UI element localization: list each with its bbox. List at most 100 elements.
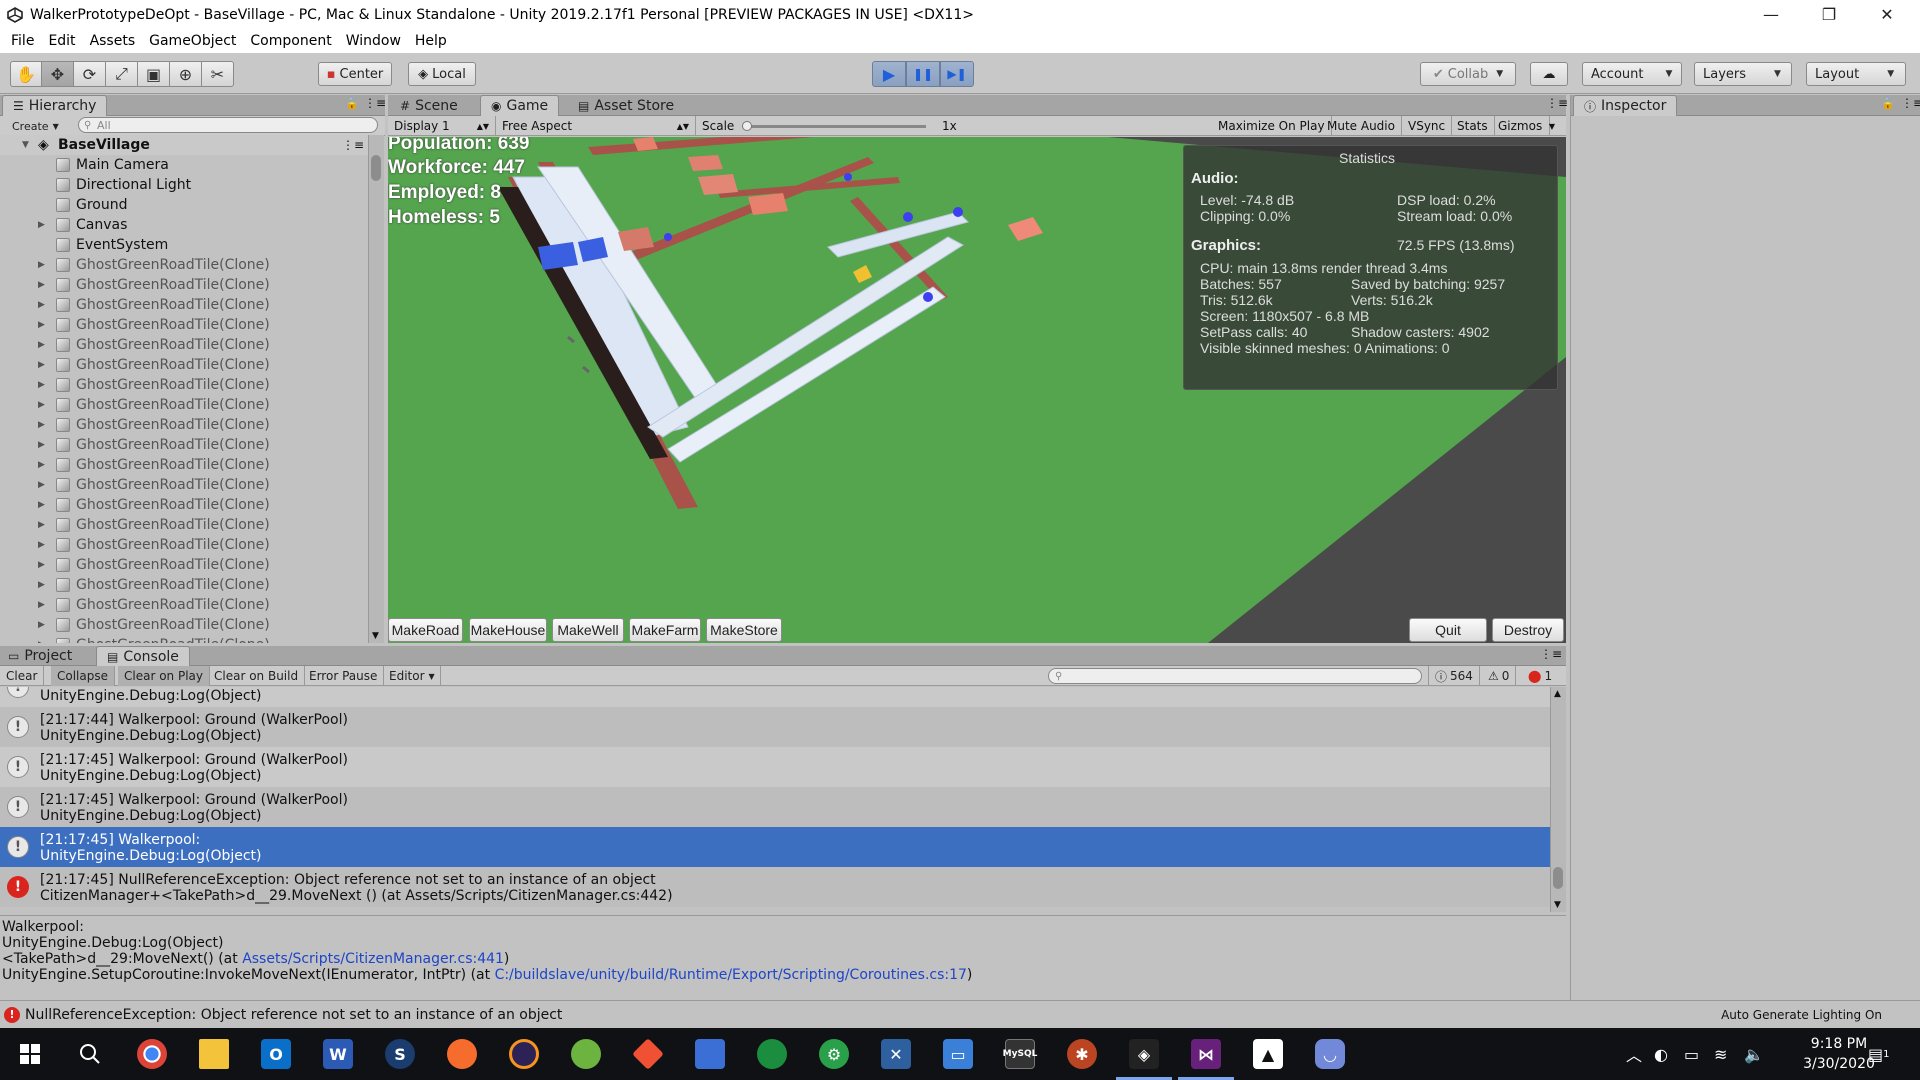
stats-toggle[interactable]: Stats [1451,116,1495,136]
outlook-icon[interactable]: O [258,1036,294,1072]
minimize-button[interactable]: — [1742,0,1800,29]
hierarchy-item[interactable]: ▶ GhostGreenRoadTile(Clone) [0,635,368,643]
unity-icon[interactable]: ◈ [1126,1036,1162,1072]
expand-arrow-icon[interactable]: ▶ [38,560,50,570]
expand-arrow-icon[interactable]: ▶ [38,220,50,230]
menu-component[interactable]: Component [243,33,338,49]
remote-desktop-icon[interactable] [692,1036,728,1072]
expand-arrow-icon[interactable]: ▶ [38,360,50,370]
photos-icon[interactable]: ▲ [1250,1036,1286,1072]
panel-menu-icon[interactable]: ⋮≡ [1546,96,1568,110]
expand-arrow-icon[interactable]: ▶ [38,400,50,410]
expand-arrow-icon[interactable]: ▶ [38,600,50,610]
scale-handle[interactable] [742,121,752,131]
hierarchy-item[interactable]: ▶ GhostGreenRoadTile(Clone) [0,455,368,475]
hierarchy-item[interactable]: ▶ GhostGreenRoadTile(Clone) [0,355,368,375]
hierarchy-item[interactable]: ▶ GhostGreenRoadTile(Clone) [0,615,368,635]
expand-arrow-icon[interactable]: ▶ [38,440,50,450]
hierarchy-item[interactable]: ▶ GhostGreenRoadTile(Clone) [0,395,368,415]
scene-menu-icon[interactable]: ⋮≡ [342,138,364,152]
pause-button[interactable]: ❚❚ [906,61,940,87]
cloud-button[interactable]: ☁ [1530,62,1568,86]
hierarchy-item[interactable]: ▶ GhostGreenRoadTile(Clone) [0,575,368,595]
expand-arrow-icon[interactable]: ▶ [38,320,50,330]
account-dropdown[interactable]: Account ▼ [1582,62,1682,86]
menu-assets[interactable]: Assets [83,33,143,49]
expand-arrow-icon[interactable]: ▶ [38,500,50,510]
make-road-button[interactable]: MakeRoad [388,618,463,642]
step-button[interactable]: ▶❚ [940,61,974,87]
chrome-icon[interactable] [134,1036,170,1072]
error-pause-toggle[interactable]: Error Pause [303,666,385,686]
tab-console[interactable]: ▤ Console [96,646,190,666]
scale-slider[interactable]: Scale 1x [696,116,1110,136]
expand-arrow-icon[interactable]: ▶ [38,260,50,270]
vsync-toggle[interactable]: VSync [1402,116,1453,136]
restore-button[interactable]: ❐ [1800,0,1858,29]
wifi-icon[interactable]: ≋ [1714,1028,1727,1080]
clear-on-build-toggle[interactable]: Clear on Build [208,666,306,686]
display-dropdown[interactable]: Display 1 ▲▼ [388,116,496,136]
expand-arrow-icon[interactable]: ▶ [38,280,50,290]
panel-menu-icon[interactable]: ⋮≡ [364,96,386,110]
destroy-button[interactable]: Destroy [1492,618,1564,642]
rect-tool-icon[interactable]: ▣ [138,61,170,87]
clear-button[interactable]: Clear [0,666,45,686]
expand-arrow-icon[interactable]: ▶ [38,460,50,470]
menu-window[interactable]: Window [339,33,408,49]
tab-project[interactable]: ▭ Project [8,646,72,666]
discord-tray-icon[interactable]: ◐ [1654,1028,1668,1080]
hierarchy-item[interactable]: ▶ GhostGreenRoadTile(Clone) [0,275,368,295]
mysql-icon[interactable]: MySQL [1002,1036,1038,1072]
tab-hierarchy[interactable]: ☰ Hierarchy [2,95,108,116]
hierarchy-item[interactable]: ▶ GhostGreenRoadTile(Clone) [0,415,368,435]
make-store-button[interactable]: MakeStore [706,618,782,642]
make-house-button[interactable]: MakeHouse [469,618,547,642]
tray-overflow-icon[interactable]: ︿ [1626,1028,1642,1080]
maximize-on-play-toggle[interactable]: Maximize On Play [1212,116,1332,136]
game-viewport[interactable]: Population: 639 Workforce: 447 Employed:… [388,137,1566,643]
console-scrollbar[interactable]: ▲ ▼ [1550,687,1566,912]
hierarchy-item[interactable]: Directional Light [0,175,368,195]
log-entry[interactable]: ! [21:17:45] Walkerpool: Ground (WalkerPo… [0,747,1550,787]
hierarchy-item[interactable]: ▶ GhostGreenRoadTile(Clone) [0,515,368,535]
warning-count-toggle[interactable]: ⚠ 0 [1482,666,1517,686]
log-entry[interactable]: ! [21:17:45] NullReferenceException: Obje… [0,867,1550,907]
expand-arrow-icon[interactable]: ▶ [38,520,50,530]
menu-edit[interactable]: Edit [41,33,82,49]
hierarchy-item[interactable]: ▶ GhostGreenRoadTile(Clone) [0,495,368,515]
hierarchy-item[interactable]: ▶ GhostGreenRoadTile(Clone) [0,475,368,495]
window-app-icon[interactable]: ▭ [940,1036,976,1072]
collapse-toggle[interactable]: Collapse [51,666,115,686]
hierarchy-item[interactable]: ▶ GhostGreenRoadTile(Clone) [0,315,368,335]
pivot-local-button[interactable]: ◈ Local [408,62,476,86]
hierarchy-item[interactable]: ▶ GhostGreenRoadTile(Clone) [0,535,368,555]
scale-tool-icon[interactable]: ⤢ [106,61,138,87]
quit-button[interactable]: Quit [1409,618,1487,642]
expand-arrow-icon[interactable]: ▶ [38,380,50,390]
panel-menu-icon[interactable]: ⋮≡ [1540,647,1562,661]
file-explorer-icon[interactable] [196,1036,232,1072]
hierarchy-item[interactable]: Main Camera [0,155,368,175]
expand-arrow-icon[interactable]: ▶ [38,580,50,590]
expand-arrow-icon[interactable]: ▶ [38,340,50,350]
scroll-down-icon[interactable]: ▼ [1554,900,1561,910]
console-search-input[interactable]: ⚲ [1048,668,1422,684]
eclipse-icon[interactable] [506,1036,542,1072]
app-green-icon[interactable]: ⚙ [816,1036,852,1072]
source-link[interactable]: Assets/Scripts/CitizenManager.cs:441 [242,951,504,967]
play-button[interactable]: ▶ [872,61,906,87]
rotate-tool-icon[interactable]: ⟳ [74,61,106,87]
git-icon[interactable] [630,1036,666,1072]
browser-icon[interactable] [754,1036,790,1072]
tab-game[interactable]: ◉ Game [480,95,560,116]
hierarchy-item[interactable]: ▶ GhostGreenRoadTile(Clone) [0,555,368,575]
expand-arrow-icon[interactable]: ▶ [38,300,50,310]
expand-arrow-icon[interactable]: ▶ [38,640,50,643]
close-button[interactable]: ✕ [1858,0,1916,29]
menu-help[interactable]: Help [408,33,454,49]
layout-dropdown[interactable]: Layout ▼ [1806,62,1906,86]
lock-icon[interactable]: 🔒 [345,97,359,110]
steam-icon[interactable]: S [382,1036,418,1072]
log-count-toggle[interactable]: ⓘ 564 [1428,666,1480,686]
